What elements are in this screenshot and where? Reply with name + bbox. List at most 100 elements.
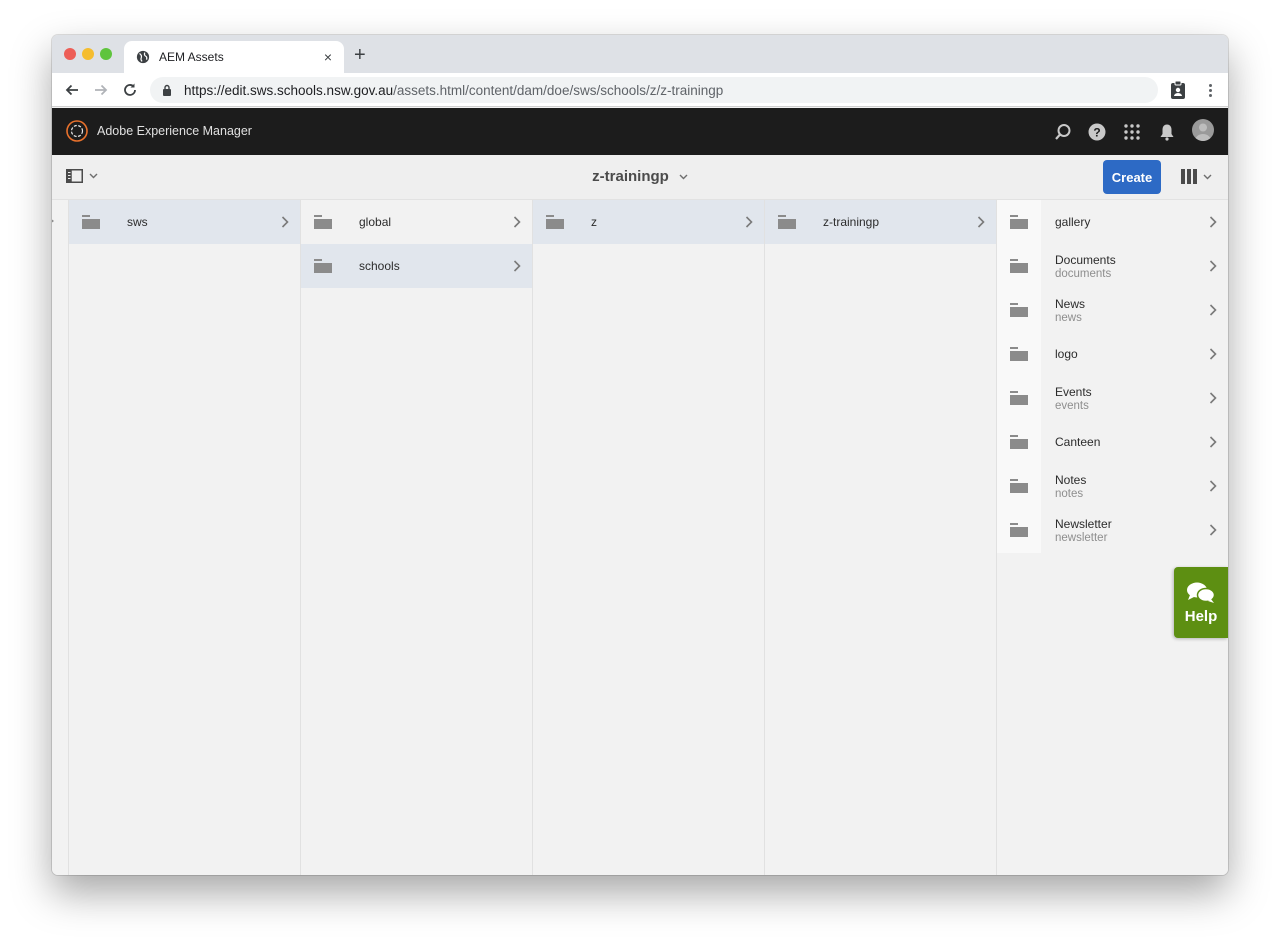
folder-row[interactable]: z	[533, 200, 764, 244]
folder-thumbnail[interactable]	[997, 376, 1041, 420]
folder-row[interactable]: Canteen	[997, 420, 1228, 464]
browser-toolbar: https://edit.sws.schools.nsw.gov.au/asse…	[52, 73, 1228, 107]
chevron-right-icon[interactable]	[1198, 260, 1228, 272]
folder-title: logo	[1055, 347, 1078, 361]
folder-thumbnail[interactable]	[997, 332, 1041, 376]
chevron-right-icon[interactable]	[1198, 392, 1228, 404]
globe-icon	[136, 50, 150, 64]
address-bar[interactable]: https://edit.sws.schools.nsw.gov.au/asse…	[150, 77, 1158, 103]
chevron-right-icon[interactable]	[734, 216, 764, 228]
chevron-right-icon[interactable]	[1198, 436, 1228, 448]
reload-icon	[124, 83, 136, 96]
folder-title-dropdown[interactable]: z-trainingp	[592, 168, 688, 185]
folder-row[interactable]: Newsletter newsletter	[997, 508, 1228, 552]
folder-label: sws	[113, 215, 270, 229]
folder-thumbnail[interactable]	[997, 244, 1041, 288]
folder-title: z-trainingp	[823, 215, 880, 229]
browser-menu-icon[interactable]	[1202, 80, 1218, 100]
folder-icon	[1010, 479, 1028, 493]
close-tab-icon[interactable]: ×	[324, 49, 332, 65]
folder-thumbnail[interactable]	[301, 200, 345, 244]
chevron-right-icon[interactable]	[502, 260, 532, 272]
folder-title: Newsletter	[1055, 516, 1112, 531]
arrow-left-icon	[65, 84, 78, 96]
arrow-right-icon	[95, 84, 108, 96]
column: z-trainingp	[765, 200, 997, 875]
rail-toggle-button[interactable]	[66, 169, 98, 183]
collapsed-column[interactable]	[52, 200, 69, 875]
folder-icon	[1010, 303, 1028, 317]
folder-row[interactable]: global	[301, 200, 532, 244]
column: z	[533, 200, 765, 875]
chevron-right-icon[interactable]	[966, 216, 996, 228]
chevron-right-icon[interactable]	[502, 216, 532, 228]
folder-title: Documents	[1055, 252, 1116, 267]
create-button[interactable]: Create	[1103, 160, 1161, 194]
column-view-icon	[1181, 169, 1197, 184]
folder-label: logo	[1041, 347, 1198, 361]
folder-row[interactable]: sws	[69, 200, 300, 244]
forward-button[interactable]	[91, 80, 111, 100]
folder-thumbnail[interactable]	[997, 420, 1041, 464]
folder-thumbnail[interactable]	[765, 200, 809, 244]
folder-row[interactable]: News news	[997, 288, 1228, 332]
folder-row[interactable]: Documents documents	[997, 244, 1228, 288]
folder-name: events	[1055, 399, 1089, 412]
folder-thumbnail[interactable]	[997, 288, 1041, 332]
folder-label: z	[577, 215, 734, 229]
clipboard-profile-extension-icon[interactable]	[1170, 81, 1186, 99]
chevron-right-icon[interactable]	[1198, 348, 1228, 360]
back-button[interactable]	[62, 80, 82, 100]
help-widget-button[interactable]: Help	[1174, 567, 1228, 638]
side-panel-icon	[66, 169, 83, 183]
url-host: https://edit.sws.schools.nsw.gov.au	[184, 82, 394, 98]
folder-row[interactable]: gallery	[997, 200, 1228, 244]
new-tab-button[interactable]: +	[354, 45, 366, 65]
folder-thumbnail[interactable]	[997, 508, 1041, 552]
folder-title: schools	[359, 259, 400, 273]
tab-strip: AEM Assets × +	[52, 35, 1228, 73]
folder-row[interactable]: Notes notes	[997, 464, 1228, 508]
chevron-right-icon[interactable]	[1198, 304, 1228, 316]
folder-thumbnail[interactable]	[301, 244, 345, 288]
view-switcher-button[interactable]	[1181, 169, 1212, 184]
folder-thumbnail[interactable]	[533, 200, 577, 244]
reload-button[interactable]	[120, 80, 140, 100]
folder-label: Canteen	[1041, 435, 1198, 449]
user-avatar[interactable]	[1192, 119, 1214, 141]
folder-label: global	[345, 215, 502, 229]
folder-label: Notes notes	[1041, 473, 1198, 500]
folder-icon	[778, 215, 796, 229]
chevron-down-icon	[89, 173, 98, 179]
folder-title: Canteen	[1055, 435, 1101, 449]
help-icon[interactable]: ?	[1086, 121, 1108, 143]
folder-row[interactable]: logo	[997, 332, 1228, 376]
chevron-right-icon[interactable]	[1198, 524, 1228, 536]
search-icon[interactable]	[1052, 121, 1074, 143]
aem-logo-icon[interactable]	[66, 120, 88, 142]
folder-thumbnail[interactable]	[997, 464, 1041, 508]
chevron-right-icon[interactable]	[270, 216, 300, 228]
folder-row[interactable]: Events events	[997, 376, 1228, 420]
product-name[interactable]: Adobe Experience Manager	[97, 124, 252, 138]
folder-thumbnail[interactable]	[69, 200, 113, 244]
chevron-right-icon[interactable]	[1198, 480, 1228, 492]
folder-row[interactable]: schools	[301, 244, 532, 288]
chevron-down-icon	[1203, 174, 1212, 179]
folder-icon	[1010, 435, 1028, 449]
chevron-right-icon[interactable]	[1198, 216, 1228, 228]
folder-row[interactable]: z-trainingp	[765, 200, 996, 244]
solutions-grid-icon[interactable]	[1121, 121, 1143, 143]
folder-title: News	[1055, 296, 1086, 311]
maximize-window-button[interactable]	[100, 48, 112, 60]
folder-name: news	[1055, 311, 1082, 324]
close-window-button[interactable]	[64, 48, 76, 60]
notifications-bell-icon[interactable]	[1156, 121, 1178, 143]
browser-tab[interactable]: AEM Assets ×	[124, 41, 344, 73]
page-title: z-trainingp	[592, 168, 669, 185]
folder-title: z	[591, 215, 597, 229]
folder-icon	[1010, 215, 1028, 229]
folder-thumbnail[interactable]	[997, 200, 1041, 244]
folder-title: gallery	[1055, 215, 1091, 229]
minimize-window-button[interactable]	[82, 48, 94, 60]
